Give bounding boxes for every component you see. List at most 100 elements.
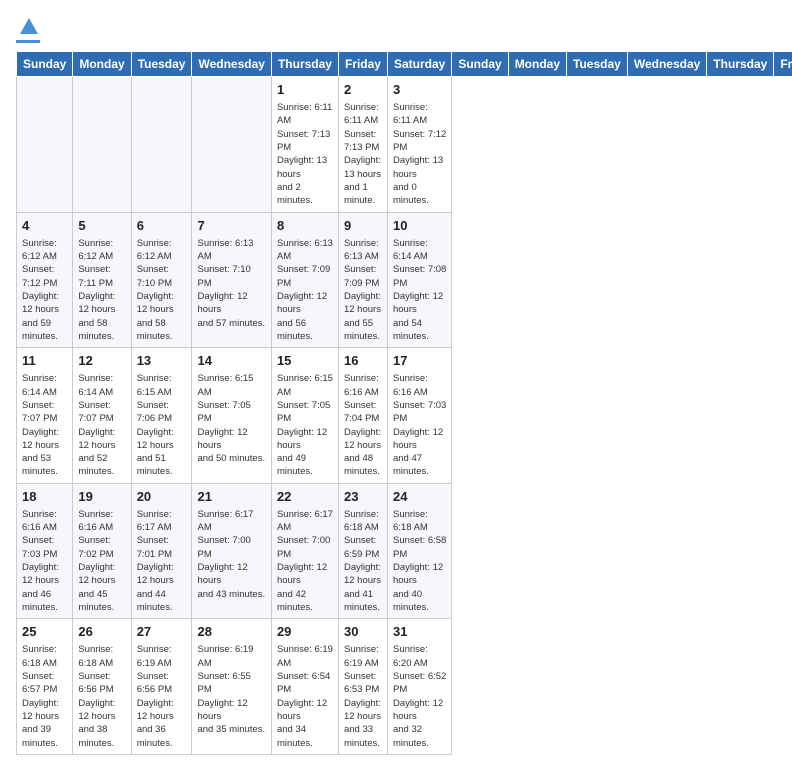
day-info: Sunrise: 6:15 AMSunset: 7:06 PMDaylight:… (137, 372, 187, 478)
day-info: Sunrise: 6:11 AMSunset: 7:13 PMDaylight:… (344, 101, 382, 207)
day-number: 3 (393, 81, 446, 99)
col-header-friday: Friday (774, 52, 792, 77)
day-info: Sunrise: 6:13 AMSunset: 7:10 PMDaylight:… (197, 237, 265, 330)
calendar-cell: 1 Sunrise: 6:11 AMSunset: 7:13 PMDaylight… (271, 77, 338, 213)
day-info: Sunrise: 6:14 AMSunset: 7:08 PMDaylight:… (393, 237, 446, 343)
calendar-cell: 8 Sunrise: 6:13 AMSunset: 7:09 PMDaylight… (271, 212, 338, 348)
day-info: Sunrise: 6:17 AMSunset: 7:01 PMDaylight:… (137, 508, 187, 614)
day-number: 29 (277, 623, 333, 641)
day-info: Sunrise: 6:12 AMSunset: 7:11 PMDaylight:… (78, 237, 125, 343)
calendar-cell: 17Sunrise: 6:16 AMSunset: 7:03 PMDayligh… (387, 348, 451, 484)
day-number: 22 (277, 488, 333, 506)
calendar-cell: 9 Sunrise: 6:13 AMSunset: 7:09 PMDaylight… (338, 212, 387, 348)
day-number: 10 (393, 217, 446, 235)
col-header-thursday: Thursday (271, 52, 338, 77)
calendar-cell: 11 Sunrise: 6:14 AMSunset: 7:07 PMDayligh… (17, 348, 73, 484)
calendar-cell: 29 Sunrise: 6:19 AMSunset: 6:54 PMDayligh… (271, 619, 338, 755)
col-header-monday: Monday (508, 52, 566, 77)
calendar-cell (131, 77, 192, 213)
day-number: 4 (22, 217, 67, 235)
day-info: Sunrise: 6:19 AMSunset: 6:56 PMDaylight:… (137, 643, 187, 749)
day-info: Sunrise: 6:20 AMSunset: 6:52 PMDaylight:… (393, 643, 446, 749)
day-number: 1 (277, 81, 333, 99)
col-header-friday: Friday (338, 52, 387, 77)
col-header-sunday: Sunday (17, 52, 73, 77)
day-number: 19 (78, 488, 125, 506)
col-header-tuesday: Tuesday (131, 52, 192, 77)
day-number: 5 (78, 217, 125, 235)
day-info: Sunrise: 6:18 AMSunset: 6:59 PMDaylight:… (344, 508, 382, 614)
day-info: Sunrise: 6:19 AMSunset: 6:54 PMDaylight:… (277, 643, 333, 749)
day-info: Sunrise: 6:17 AMSunset: 7:00 PMDaylight:… (277, 508, 333, 614)
day-number: 25 (22, 623, 67, 641)
logo-underline (16, 40, 40, 43)
col-header-tuesday: Tuesday (567, 52, 628, 77)
day-number: 30 (344, 623, 382, 641)
page-header (16, 16, 776, 43)
day-info: Sunrise: 6:11 AMSunset: 7:12 PMDaylight:… (393, 101, 446, 207)
day-info: Sunrise: 6:19 AMSunset: 6:53 PMDaylight:… (344, 643, 382, 749)
day-number: 20 (137, 488, 187, 506)
day-info: Sunrise: 6:18 AMSunset: 6:56 PMDaylight:… (78, 643, 125, 749)
calendar-cell: 4 Sunrise: 6:12 AMSunset: 7:12 PMDaylight… (17, 212, 73, 348)
calendar-cell: 31 Sunrise: 6:20 AMSunset: 6:52 PMDayligh… (387, 619, 451, 755)
day-info: Sunrise: 6:17 AMSunset: 7:00 PMDaylight:… (197, 508, 265, 601)
calendar-cell (17, 77, 73, 213)
logo (16, 16, 40, 43)
day-number: 26 (78, 623, 125, 641)
day-number: 18 (22, 488, 67, 506)
day-info: Sunrise: 6:16 AMSunset: 7:03 PMDaylight:… (22, 508, 67, 614)
day-number: 14 (197, 352, 265, 370)
calendar-cell: 16 Sunrise: 6:16 AMSunset: 7:04 PMDayligh… (338, 348, 387, 484)
day-info: Sunrise: 6:18 AMSunset: 6:58 PMDaylight:… (393, 508, 446, 614)
day-info: Sunrise: 6:11 AMSunset: 7:13 PMDaylight:… (277, 101, 333, 207)
calendar-cell: 23 Sunrise: 6:18 AMSunset: 6:59 PMDayligh… (338, 483, 387, 619)
calendar-cell (192, 77, 271, 213)
calendar-cell: 26 Sunrise: 6:18 AMSunset: 6:56 PMDayligh… (73, 619, 131, 755)
day-info: Sunrise: 6:12 AMSunset: 7:12 PMDaylight:… (22, 237, 67, 343)
calendar-cell: 7 Sunrise: 6:13 AMSunset: 7:10 PMDaylight… (192, 212, 271, 348)
day-info: Sunrise: 6:16 AMSunset: 7:04 PMDaylight:… (344, 372, 382, 478)
calendar-week-1: 1 Sunrise: 6:11 AMSunset: 7:13 PMDaylight… (17, 77, 792, 213)
day-info: Sunrise: 6:19 AMSunset: 6:55 PMDaylight:… (197, 643, 265, 736)
calendar-cell: 21 Sunrise: 6:17 AMSunset: 7:00 PMDayligh… (192, 483, 271, 619)
calendar-cell: 14 Sunrise: 6:15 AMSunset: 7:05 PMDayligh… (192, 348, 271, 484)
day-number: 8 (277, 217, 333, 235)
day-info: Sunrise: 6:13 AMSunset: 7:09 PMDaylight:… (277, 237, 333, 343)
day-number: 28 (197, 623, 265, 641)
col-header-saturday: Saturday (387, 52, 451, 77)
calendar-cell: 18 Sunrise: 6:16 AMSunset: 7:03 PMDayligh… (17, 483, 73, 619)
day-info: Sunrise: 6:14 AMSunset: 7:07 PMDaylight:… (78, 372, 125, 478)
col-header-sunday: Sunday (452, 52, 508, 77)
calendar-cell: 30 Sunrise: 6:19 AMSunset: 6:53 PMDayligh… (338, 619, 387, 755)
day-number: 7 (197, 217, 265, 235)
col-header-thursday: Thursday (707, 52, 774, 77)
day-number: 12 (78, 352, 125, 370)
calendar-cell: 19 Sunrise: 6:16 AMSunset: 7:02 PMDayligh… (73, 483, 131, 619)
calendar-cell: 15Sunrise: 6:15 AMSunset: 7:05 PMDayligh… (271, 348, 338, 484)
day-number: 16 (344, 352, 382, 370)
calendar-cell: 20 Sunrise: 6:17 AMSunset: 7:01 PMDayligh… (131, 483, 192, 619)
day-number: 13 (137, 352, 187, 370)
calendar-cell: 13 Sunrise: 6:15 AMSunset: 7:06 PMDayligh… (131, 348, 192, 484)
day-number: 11 (22, 352, 67, 370)
calendar-header-row: SundayMondayTuesdayWednesdayThursdayFrid… (17, 52, 792, 77)
day-number: 31 (393, 623, 446, 641)
calendar-cell: 27Sunrise: 6:19 AMSunset: 6:56 PMDayligh… (131, 619, 192, 755)
day-info: Sunrise: 6:15 AMSunset: 7:05 PMDaylight:… (197, 372, 265, 465)
calendar-week-4: 18 Sunrise: 6:16 AMSunset: 7:03 PMDayligh… (17, 483, 792, 619)
logo-icon (18, 16, 40, 38)
day-number: 6 (137, 217, 187, 235)
day-number: 2 (344, 81, 382, 99)
day-number: 9 (344, 217, 382, 235)
day-info: Sunrise: 6:14 AMSunset: 7:07 PMDaylight:… (22, 372, 67, 478)
calendar-week-5: 25Sunrise: 6:18 AMSunset: 6:57 PMDayligh… (17, 619, 792, 755)
calendar-cell: 24Sunrise: 6:18 AMSunset: 6:58 PMDayligh… (387, 483, 451, 619)
calendar-cell: 12 Sunrise: 6:14 AMSunset: 7:07 PMDayligh… (73, 348, 131, 484)
day-number: 21 (197, 488, 265, 506)
day-info: Sunrise: 6:13 AMSunset: 7:09 PMDaylight:… (344, 237, 382, 343)
calendar-cell: 2 Sunrise: 6:11 AMSunset: 7:13 PMDaylight… (338, 77, 387, 213)
day-info: Sunrise: 6:16 AMSunset: 7:02 PMDaylight:… (78, 508, 125, 614)
day-number: 23 (344, 488, 382, 506)
day-number: 15 (277, 352, 333, 370)
